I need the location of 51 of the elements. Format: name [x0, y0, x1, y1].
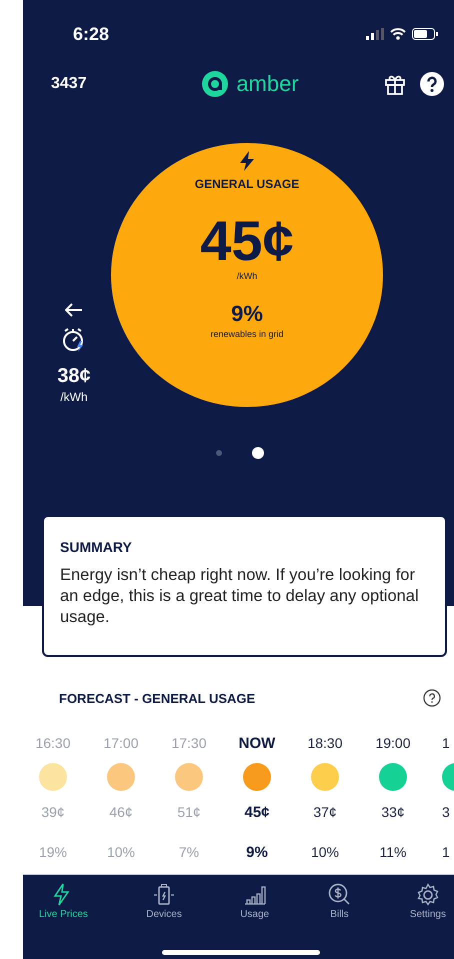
forecast-time: 16:30: [35, 735, 71, 753]
forecast-renewables: 19%: [38, 844, 68, 860]
forecast-renewables: 7%: [178, 844, 200, 860]
forecast-price: 33¢: [381, 804, 405, 822]
renewables-value: 9%: [231, 301, 263, 327]
nav-tab[interactable]: Usage: [232, 883, 278, 920]
forecast-renewables: 10%: [106, 844, 136, 860]
forecast-help-button[interactable]: [423, 689, 441, 707]
forecast-time: 18:30: [307, 735, 343, 753]
forecast-price: 45¢: [244, 804, 270, 823]
forecast-price: 3: [442, 804, 450, 822]
settings-icon: [416, 883, 440, 907]
forecast-renewables: 1: [442, 844, 450, 860]
forecast-renewables: 9%: [246, 844, 268, 861]
help-button[interactable]: [420, 72, 444, 96]
forecast-price: 39¢: [41, 804, 65, 822]
account-number: 3437: [51, 75, 88, 93]
forecast-time: NOW: [238, 735, 276, 754]
renewables-label: renewables in grid: [210, 329, 284, 339]
side-unit: /kWh: [60, 390, 88, 404]
side-price: 38¢: [57, 365, 91, 388]
forecast-title: FORECAST - GENERAL USAGE: [59, 690, 256, 706]
page-dot[interactable]: [216, 450, 222, 456]
nav-tab[interactable]: Live Prices: [31, 883, 96, 920]
forecast-time: 17:00: [103, 735, 139, 753]
forecast-price: 51¢: [177, 804, 201, 822]
nav-tab[interactable]: Settings: [402, 883, 454, 920]
forecast-price: 37¢: [313, 804, 337, 822]
summary-text: Energy isn’t cheap right now. If you’re looking for an edge, this is a great time to delay any optional usage.: [60, 565, 420, 628]
logo-icon: [202, 71, 228, 97]
price-title: GENERAL USAGE: [194, 177, 300, 191]
status-time: 6:28: [73, 24, 110, 44]
battery-icon: [412, 28, 438, 40]
forecast-price: 46¢: [109, 804, 133, 822]
bolt-icon: [240, 151, 254, 171]
logo-text: amber: [236, 71, 299, 97]
nav-tab[interactable]: Bills: [319, 883, 360, 920]
wifi-icon: [390, 28, 406, 40]
forecast-time: 17:30: [171, 735, 207, 753]
current-price: 45¢: [200, 211, 294, 271]
nav-tab[interactable]: Devices: [138, 883, 190, 920]
forecast-renewables: 10%: [310, 844, 340, 860]
summary-title: SUMMARY: [60, 539, 133, 555]
forecast-time: 1: [442, 735, 450, 753]
dollar-search-icon: [327, 883, 352, 907]
forecast-renewables: 11%: [380, 844, 406, 860]
page-dot[interactable]: [252, 447, 264, 459]
battery-icon: [152, 883, 176, 907]
forecast-time: 19:00: [375, 735, 411, 753]
signal-icon: [366, 28, 384, 40]
price-unit: /kWh: [236, 271, 258, 281]
